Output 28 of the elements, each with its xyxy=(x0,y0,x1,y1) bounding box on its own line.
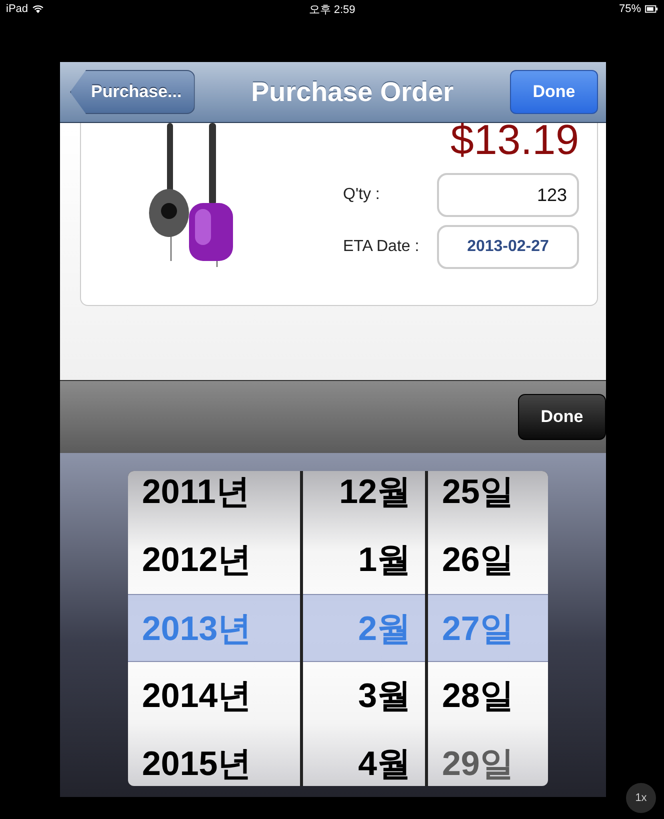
picker-row[interactable]: 2012년 xyxy=(128,526,300,594)
battery-percent: 75% xyxy=(618,3,641,15)
price: $13.19 xyxy=(450,115,579,165)
picker-row[interactable]: 3월 xyxy=(303,662,425,730)
picker-row[interactable]: 2015년 xyxy=(128,730,300,786)
picker-row[interactable]: 12월 xyxy=(303,471,425,526)
field-label: ETA Date : xyxy=(343,238,420,256)
done-button[interactable]: Done xyxy=(518,394,606,440)
quantity-field[interactable]: 123 xyxy=(437,173,579,217)
device-name: iPad xyxy=(6,3,28,15)
picker-row[interactable]: 26일 xyxy=(428,526,548,594)
picker-wheel[interactable]: 12월 1월 2월 3월 4월 xyxy=(303,471,425,786)
back-button[interactable]: Purchase... xyxy=(70,70,195,114)
picker-row[interactable]: 1월 xyxy=(303,526,425,594)
picker-row[interactable]: 4월 xyxy=(303,730,425,786)
field-label: Q'ty : xyxy=(343,186,380,204)
nav-title: Purchase Order xyxy=(251,76,454,108)
battery-icon xyxy=(645,5,658,13)
date-field[interactable]: 2013-02-27 xyxy=(437,225,579,269)
picker-row[interactable]: 28일 xyxy=(428,662,548,730)
wifi-icon xyxy=(32,4,44,14)
status-time: 오후 2:59 xyxy=(308,2,356,16)
picker-wheel[interactable]: 2011년 2012년 2013년 2014년 2015년 xyxy=(128,471,300,786)
picker-row[interactable]: 25일 xyxy=(428,471,548,526)
picker-row[interactable]: 2011년 xyxy=(128,471,300,526)
picker-row[interactable]: 2014년 xyxy=(128,662,300,730)
zoom-badge[interactable]: 1x xyxy=(626,783,656,813)
done-button[interactable]: Done xyxy=(510,70,598,114)
